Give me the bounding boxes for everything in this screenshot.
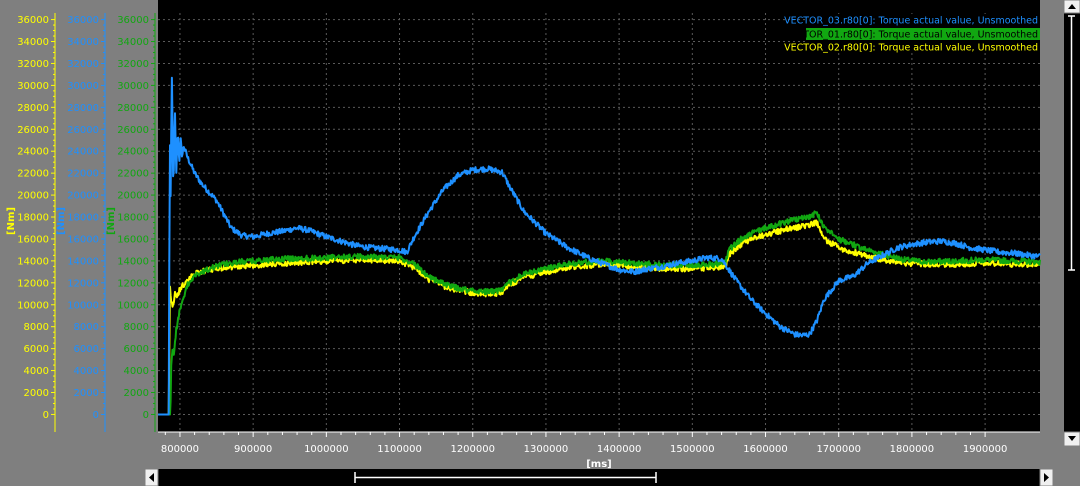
scroll-up-button[interactable]: [1063, 0, 1080, 14]
y-axis-unit-0: [Nm]: [6, 207, 17, 235]
plot-area: [158, 13, 1040, 432]
y-tick-label-0-15: 30000: [17, 81, 49, 92]
vertical-scrollbar[interactable]: [1063, 0, 1080, 447]
horizontal-scrollbar[interactable]: [144, 468, 1054, 486]
x-tick-label-4: 1200000: [450, 444, 495, 455]
scroll-right-button[interactable]: [1039, 468, 1054, 486]
y-axis-unit-1: [Nm]: [56, 207, 67, 235]
y-tick-label-0-8: 16000: [17, 234, 49, 245]
y-tick-label-2-1: 2000: [124, 388, 149, 399]
scroll-left-button[interactable]: [144, 468, 159, 486]
y-tick-label-0-13: 26000: [17, 125, 49, 136]
x-tick-label-7: 1500000: [670, 444, 715, 455]
y-tick-label-2-2: 4000: [124, 366, 149, 377]
y-tick-label-2-12: 24000: [117, 147, 149, 158]
x-tick-label-10: 1800000: [890, 444, 935, 455]
y-tick-label-0-1: 2000: [24, 388, 49, 399]
y-tick-label-1-16: 32000: [67, 59, 99, 70]
y-axis-unit-2: [Nm]: [106, 207, 117, 235]
y-tick-label-0-17: 34000: [17, 37, 49, 48]
y-tick-label-0-2: 4000: [24, 366, 49, 377]
y-tick-label-1-15: 30000: [67, 81, 99, 92]
legend-entry-vector-01: VECTOR_01.r80[0]: Torque actual value, U…: [784, 30, 1038, 41]
y-tick-label-2-13: 26000: [117, 125, 149, 136]
x-tick-label-1: 900000: [234, 444, 272, 455]
x-tick-label-9: 1700000: [816, 444, 861, 455]
y-tick-label-1-12: 24000: [67, 147, 99, 158]
y-tick-label-0-18: 36000: [17, 15, 49, 26]
y-tick-label-2-10: 20000: [117, 191, 149, 202]
y-tick-label-0-3: 6000: [24, 344, 49, 355]
y-tick-label-2-17: 34000: [117, 37, 149, 48]
y-tick-label-1-18: 36000: [67, 15, 99, 26]
x-tick-label-5: 1300000: [524, 444, 569, 455]
y-tick-label-0-4: 8000: [24, 322, 49, 333]
x-axis-label: [ms]: [586, 459, 612, 470]
y-tick-label-2-3: 6000: [124, 344, 149, 355]
x-tick-label-11: 1900000: [963, 444, 1008, 455]
y-tick-label-0-0: 0: [43, 410, 49, 421]
y-tick-label-2-14: 28000: [117, 103, 149, 114]
x-tick-label-6: 1400000: [597, 444, 642, 455]
y-tick-label-0-5: 10000: [17, 300, 49, 311]
x-tick-label-3: 1100000: [377, 444, 422, 455]
y-tick-label-1-17: 34000: [67, 37, 99, 48]
y-tick-label-0-14: 28000: [17, 103, 49, 114]
y-tick-label-0-6: 12000: [17, 278, 49, 289]
y-tick-label-2-11: 22000: [117, 169, 149, 180]
y-tick-label-1-9: 18000: [67, 213, 99, 224]
y-tick-label-2-8: 16000: [117, 234, 149, 245]
x-tick-label-2: 1000000: [304, 444, 349, 455]
y-tick-label-2-0: 0: [143, 410, 149, 421]
y-tick-label-2-18: 36000: [117, 15, 149, 26]
x-tick-label-8: 1600000: [743, 444, 788, 455]
legend-entry-vector-03: VECTOR_03.r80[0]: Torque actual value, U…: [784, 16, 1038, 27]
chart: 0 2000 4000 6000 8000 10000 12000 14000 16000 180…: [0, 0, 1080, 486]
y-tick-label-1-11: 22000: [67, 169, 99, 180]
y-tick-label-1-13: 26000: [67, 125, 99, 136]
y-tick-label-2-9: 18000: [117, 213, 149, 224]
y-tick-label-2-7: 14000: [117, 256, 149, 267]
y-tick-label-2-5: 10000: [117, 300, 149, 311]
y-tick-label-0-9: 18000: [17, 213, 49, 224]
y-tick-label-0-12: 24000: [17, 147, 49, 158]
y-tick-label-2-16: 32000: [117, 59, 149, 70]
scroll-down-button[interactable]: [1063, 431, 1080, 447]
y-tick-label-2-15: 30000: [117, 81, 149, 92]
y-tick-label-2-4: 8000: [124, 322, 149, 333]
x-tick-label-0: 800000: [161, 444, 199, 455]
y-tick-label-1-3: 6000: [74, 344, 99, 355]
y-tick-label-0-7: 14000: [17, 256, 49, 267]
y-tick-label-1-0: 0: [93, 410, 99, 421]
y-tick-label-2-6: 12000: [117, 278, 149, 289]
y-tick-label-1-8: 16000: [67, 234, 99, 245]
y-tick-label-1-10: 20000: [67, 191, 99, 202]
y-tick-label-0-16: 32000: [17, 59, 49, 70]
y-tick-label-1-14: 28000: [67, 103, 99, 114]
y-tick-label-1-2: 4000: [74, 366, 99, 377]
y-tick-label-1-7: 14000: [67, 256, 99, 267]
legend-entry-vector-02: VECTOR_02.r80[0]: Torque actual value, U…: [784, 43, 1038, 54]
legend: VECTOR_03.r80[0]: Torque actual value, U…: [784, 14, 1040, 54]
y-tick-label-1-6: 12000: [67, 278, 99, 289]
y-tick-label-1-1: 2000: [74, 388, 99, 399]
y-tick-label-1-5: 10000: [67, 300, 99, 311]
y-tick-label-0-11: 22000: [17, 169, 49, 180]
y-tick-label-1-4: 8000: [74, 322, 99, 333]
y-tick-label-0-10: 20000: [17, 191, 49, 202]
